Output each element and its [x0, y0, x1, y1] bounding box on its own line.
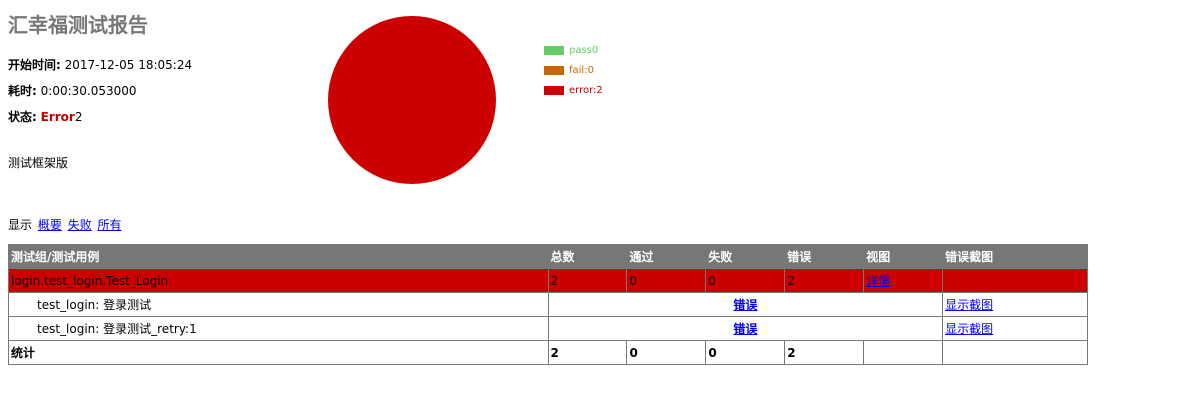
show-screenshot-link[interactable]: 显示截图 [945, 298, 993, 312]
filter-bar: 显示 概要 失败 所有 [8, 216, 122, 233]
group-screenshot-cell [942, 268, 1088, 293]
total-count: 2 [547, 340, 628, 365]
total-pass: 0 [626, 340, 707, 365]
filter-all-link[interactable]: 所有 [98, 218, 122, 232]
pie-svg [328, 16, 496, 184]
table-header-row: 测试组/测试用例 总数 通过 失败 错误 视图 错误截图 [8, 244, 1088, 269]
duration-value: 0:00:30.053000 [40, 84, 137, 98]
pie-slice-error [328, 16, 496, 184]
header-case: 测试组/测试用例 [8, 244, 549, 269]
legend-label-pass: pass0 [569, 45, 599, 56]
case-result-cell: 错误 [547, 292, 944, 317]
duration-label: 耗时: [8, 84, 37, 98]
group-name: login.test_login.Test_Login [8, 268, 549, 293]
group-error: 2 [784, 268, 865, 293]
report-title: 汇幸福测试报告 [8, 13, 148, 37]
status-count: 2 [74, 110, 83, 124]
status: 状态: Error2 [8, 108, 82, 125]
start-time-label: 开始时间: [8, 58, 61, 72]
total-row: 统计 2 0 0 2 [8, 340, 1088, 365]
status-label: 状态: [8, 110, 37, 124]
group-detail-link[interactable]: 详情 [866, 274, 890, 288]
duration: 耗时: 0:00:30.053000 [8, 82, 137, 99]
case-screenshot-cell: 显示截图 [942, 316, 1088, 341]
group-total: 2 [547, 268, 628, 293]
total-fail: 0 [705, 340, 786, 365]
status-value: Error [40, 110, 75, 124]
header-view: 视图 [863, 244, 944, 269]
case-error-link[interactable]: 错误 [733, 298, 757, 312]
case-screenshot-cell: 显示截图 [942, 292, 1088, 317]
header-total: 总数 [547, 244, 628, 269]
group-view-cell: 详情 [863, 268, 944, 293]
total-label: 统计 [8, 340, 549, 365]
filter-label: 显示 [8, 218, 33, 232]
filter-failed-link[interactable]: 失败 [68, 218, 92, 232]
report-description: 测试框架版 [8, 156, 69, 170]
legend-swatch-fail [544, 66, 564, 75]
case-name: test_login: 登录测试 [8, 292, 549, 317]
group-row: login.test_login.Test_Login 2 0 0 2 详情 [8, 268, 1088, 293]
table-row: test_login: 登录测试_retry:1 错误 显示截图 [8, 316, 1088, 341]
result-table: 测试组/测试用例 总数 通过 失败 错误 视图 错误截图 login.test_… [8, 244, 1088, 365]
result-pie-chart [328, 16, 496, 184]
total-screenshot [942, 340, 1088, 365]
legend-swatch-error [544, 86, 564, 95]
group-pass: 0 [626, 268, 707, 293]
start-time: 开始时间: 2017-12-05 18:05:24 [8, 56, 192, 73]
header-error: 错误 [784, 244, 865, 269]
legend-label-error: error:2 [569, 85, 603, 96]
legend-swatch-pass [544, 46, 564, 55]
total-error: 2 [784, 340, 865, 365]
header-screenshot: 错误截图 [942, 244, 1088, 269]
case-name: test_login: 登录测试_retry:1 [8, 316, 549, 341]
total-view [863, 340, 944, 365]
group-fail: 0 [705, 268, 786, 293]
table-row: test_login: 登录测试 错误 显示截图 [8, 292, 1088, 317]
filter-summary-link[interactable]: 概要 [38, 218, 62, 232]
case-result-cell: 错误 [547, 316, 944, 341]
start-time-value: 2017-12-05 18:05:24 [64, 58, 193, 72]
header-fail: 失败 [705, 244, 786, 269]
header-pass: 通过 [626, 244, 707, 269]
legend-label-fail: fail:0 [569, 65, 594, 76]
case-error-link[interactable]: 错误 [733, 322, 757, 336]
show-screenshot-link[interactable]: 显示截图 [945, 322, 993, 336]
